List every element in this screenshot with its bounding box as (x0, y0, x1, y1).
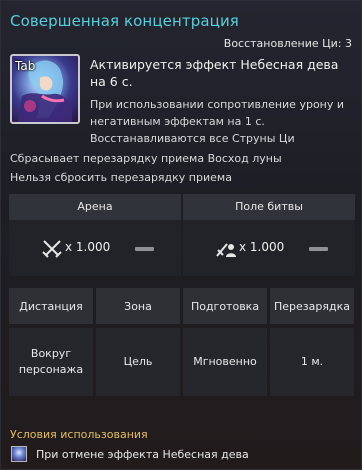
battlefield-label: Поле битвы (183, 194, 355, 220)
arena-minus-bar (135, 247, 154, 251)
header-distance: Дистанция (9, 288, 93, 324)
effect-detail-2: Восстанавливаются все Струны Ци (90, 132, 295, 145)
arena-value-row: x 1.000 (9, 220, 181, 276)
hotkey-label: Tab (15, 59, 36, 73)
conditions-title: Условия использования (10, 428, 148, 441)
arena-modifier-panel: Арена x 1.000 (9, 194, 181, 276)
chi-recovery: Восстановление Ци: 3 (223, 37, 352, 50)
battlefield-multiplier: x 1.000 (239, 240, 285, 254)
arena-multiplier: x 1.000 (65, 240, 111, 254)
sword-person-icon (216, 243, 236, 257)
battlefield-minus-bar (309, 247, 328, 251)
effect-detail-block: При использовании сопротивление урону и … (90, 96, 355, 147)
crossed-swords-icon (42, 240, 62, 258)
value-area: Цель (96, 328, 180, 396)
header-cooldown: Перезарядка (270, 288, 354, 324)
skill-tooltip: Совершенная концентрация Восстановление … (0, 0, 362, 470)
battlefield-value-row: x 1.000 (183, 220, 355, 276)
header-cast-time: Подготовка (183, 288, 267, 324)
reset-line-1: Сбрасывает перезарядку приема Восход лун… (10, 152, 282, 165)
skill-title: Совершенная концентрация (10, 12, 239, 30)
value-cast-time: Мгновенно (183, 328, 267, 396)
value-cooldown: 1 м. (270, 328, 354, 396)
header-area: Зона (96, 288, 180, 324)
effect-detail-1: При использовании сопротивление урону и … (90, 98, 345, 128)
effect-main-text: Активируется эффект Небесная дева на 6 с… (90, 57, 339, 89)
arena-label: Арена (9, 194, 181, 220)
reset-line-2: Нельзя сбросить перезарядку приема (10, 171, 232, 184)
battlefield-modifier-panel: Поле битвы x 1.000 (183, 194, 355, 276)
value-distance: Вокруг персонажа (9, 328, 93, 396)
skill-icon: Tab (10, 54, 80, 124)
heavenly-maiden-effect-icon (11, 446, 27, 462)
condition-item: При отмене эффекта Небесная дева (36, 448, 249, 461)
